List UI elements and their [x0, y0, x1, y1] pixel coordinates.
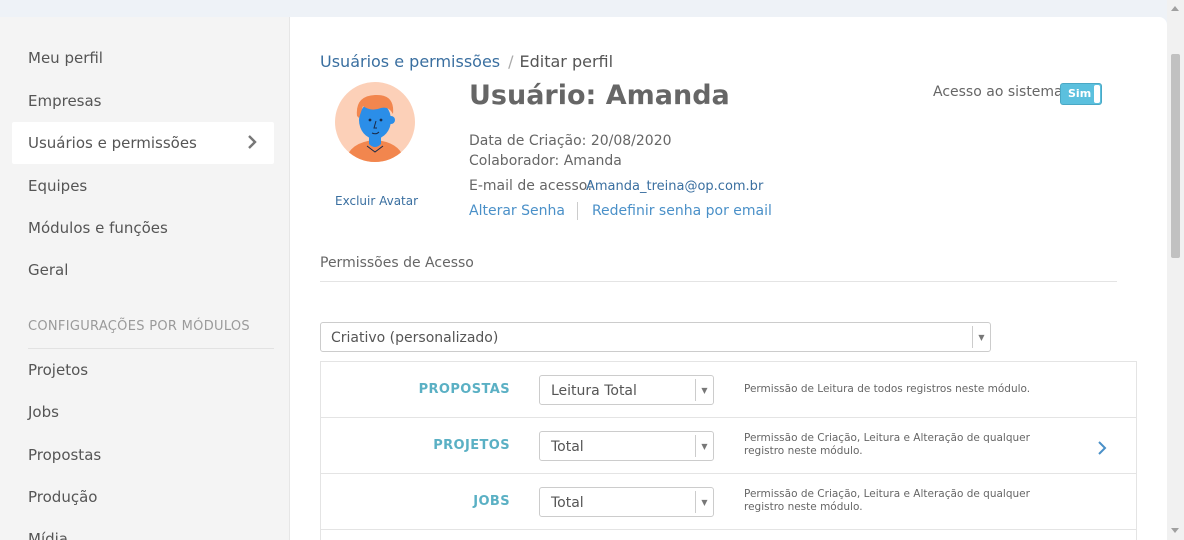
email-value: Amanda_treina@op.com.br	[586, 179, 764, 194]
reset-password-link[interactable]: Redefinir senha por email	[592, 203, 772, 219]
sidebar-item-midia[interactable]: Mídia	[12, 518, 274, 540]
module-permission-value: Total	[551, 439, 584, 455]
toggle-label: Sim	[1068, 87, 1092, 100]
caret-down-icon: ▼	[695, 379, 713, 401]
email-label: E-mail de acesso:	[469, 178, 593, 194]
sidebar-item-jobs[interactable]: Jobs	[12, 391, 274, 433]
caret-down-icon: ▼	[972, 326, 990, 348]
change-password-link[interactable]: Alterar Senha	[469, 203, 565, 219]
sidebar-item-label: Empresas	[28, 92, 102, 110]
caret-down-icon: ▼	[695, 491, 713, 513]
module-permission-value: Leitura Total	[551, 383, 637, 399]
caret-down-icon: ▼	[695, 435, 713, 457]
module-name: PROJETOS	[433, 438, 510, 453]
sidebar-item-projetos[interactable]: Projetos	[12, 349, 274, 391]
sidebar-item-label: Geral	[28, 261, 69, 279]
module-row-jobs: JOBS Total ▼ Permissão de Criação, Leitu…	[321, 474, 1136, 530]
sidebar-item-label: Projetos	[28, 361, 89, 379]
scroll-up-icon[interactable]	[1171, 6, 1179, 11]
sidebar: Meu perfil Empresas Usuários e permissõe…	[0, 17, 290, 540]
breadcrumb-parent-link[interactable]: Usuários e permissões	[320, 52, 500, 71]
sidebar-item-equipes[interactable]: Equipes	[12, 165, 274, 207]
sidebar-item-modulos-funcoes[interactable]: Módulos e funções	[12, 207, 274, 249]
system-access-toggle[interactable]: Sim	[1060, 83, 1102, 105]
page-scrollbar[interactable]	[1167, 0, 1184, 540]
permission-profile-value: Criativo (personalizado)	[331, 330, 499, 346]
breadcrumb-current: Editar perfil	[519, 52, 614, 71]
module-name: JOBS	[473, 494, 510, 509]
sidebar-item-label: Mídia	[28, 530, 68, 540]
scroll-down-icon[interactable]	[1171, 528, 1179, 533]
permissions-title: Permissões de Acesso	[320, 255, 474, 271]
module-name: PROPOSTAS	[418, 382, 510, 397]
creation-date: Data de Criação: 20/08/2020	[469, 133, 672, 149]
module-row-projetos: PROJETOS Total ▼ Permissão de Criação, L…	[321, 418, 1136, 474]
sidebar-item-label: Equipes	[28, 177, 88, 195]
sidebar-item-empresas[interactable]: Empresas	[12, 80, 274, 122]
main-content: Usuários e permissões / Editar perfil Excl…	[290, 17, 1167, 540]
sidebar-section-label: CONFIGURAÇÕES POR MÓDULOS	[28, 319, 250, 334]
breadcrumb-separator: /	[508, 52, 514, 71]
sidebar-item-producao[interactable]: Produção	[12, 476, 274, 518]
sidebar-item-geral[interactable]: Geral	[12, 249, 274, 291]
module-row-propostas: PROPOSTAS Leitura Total ▼ Permissão de L…	[321, 362, 1136, 418]
scroll-thumb[interactable]	[1171, 54, 1180, 258]
module-permission-value: Total	[551, 495, 584, 511]
module-permission-description: Permissão de Criação, Leitura e Alteraçã…	[744, 488, 1030, 513]
chevron-right-icon[interactable]	[1096, 441, 1108, 455]
breadcrumb: Usuários e permissões / Editar perfil	[320, 52, 613, 71]
module-permission-description: Permissão de Criação, Leitura e Alteraçã…	[744, 432, 1030, 457]
module-permission-select[interactable]: Total ▼	[539, 487, 714, 517]
sidebar-item-label: Jobs	[28, 403, 59, 421]
permissions-divider	[320, 281, 1117, 282]
sidebar-item-label: Módulos e funções	[28, 219, 168, 237]
toggle-knob	[1094, 85, 1100, 103]
avatar[interactable]	[335, 82, 415, 162]
password-actions: Alterar Senha Redefinir senha por email	[469, 202, 772, 220]
sidebar-item-meu-perfil[interactable]: Meu perfil	[12, 37, 274, 79]
settings-card: Meu perfil Empresas Usuários e permissõe…	[0, 17, 1167, 540]
sidebar-item-label: Propostas	[28, 446, 102, 464]
sidebar-item-label: Meu perfil	[28, 49, 103, 67]
module-permission-select[interactable]: Leitura Total ▼	[539, 375, 714, 405]
avatar-illustration-icon	[345, 94, 405, 162]
chevron-right-icon	[248, 135, 257, 149]
sidebar-item-label: Usuários e permissões	[28, 134, 197, 152]
module-permissions-table: PROPOSTAS Leitura Total ▼ Permissão de L…	[320, 361, 1137, 540]
system-access-label: Acesso ao sistema:	[933, 84, 1068, 100]
module-permission-description: Permissão de Leitura de todos registros …	[744, 383, 1031, 395]
user-title: Usuário: Amanda	[469, 80, 730, 111]
link-divider	[576, 202, 578, 220]
sidebar-item-propostas[interactable]: Propostas	[12, 434, 274, 476]
sidebar-item-usuarios-permissoes[interactable]: Usuários e permissões	[12, 122, 274, 164]
module-permission-select[interactable]: Total ▼	[539, 431, 714, 461]
delete-avatar-link[interactable]: Excluir Avatar	[335, 194, 418, 208]
collaborator-name: Colaborador: Amanda	[469, 153, 622, 169]
permission-profile-select[interactable]: Criativo (personalizado) ▼	[320, 322, 991, 352]
sidebar-item-label: Produção	[28, 488, 98, 506]
